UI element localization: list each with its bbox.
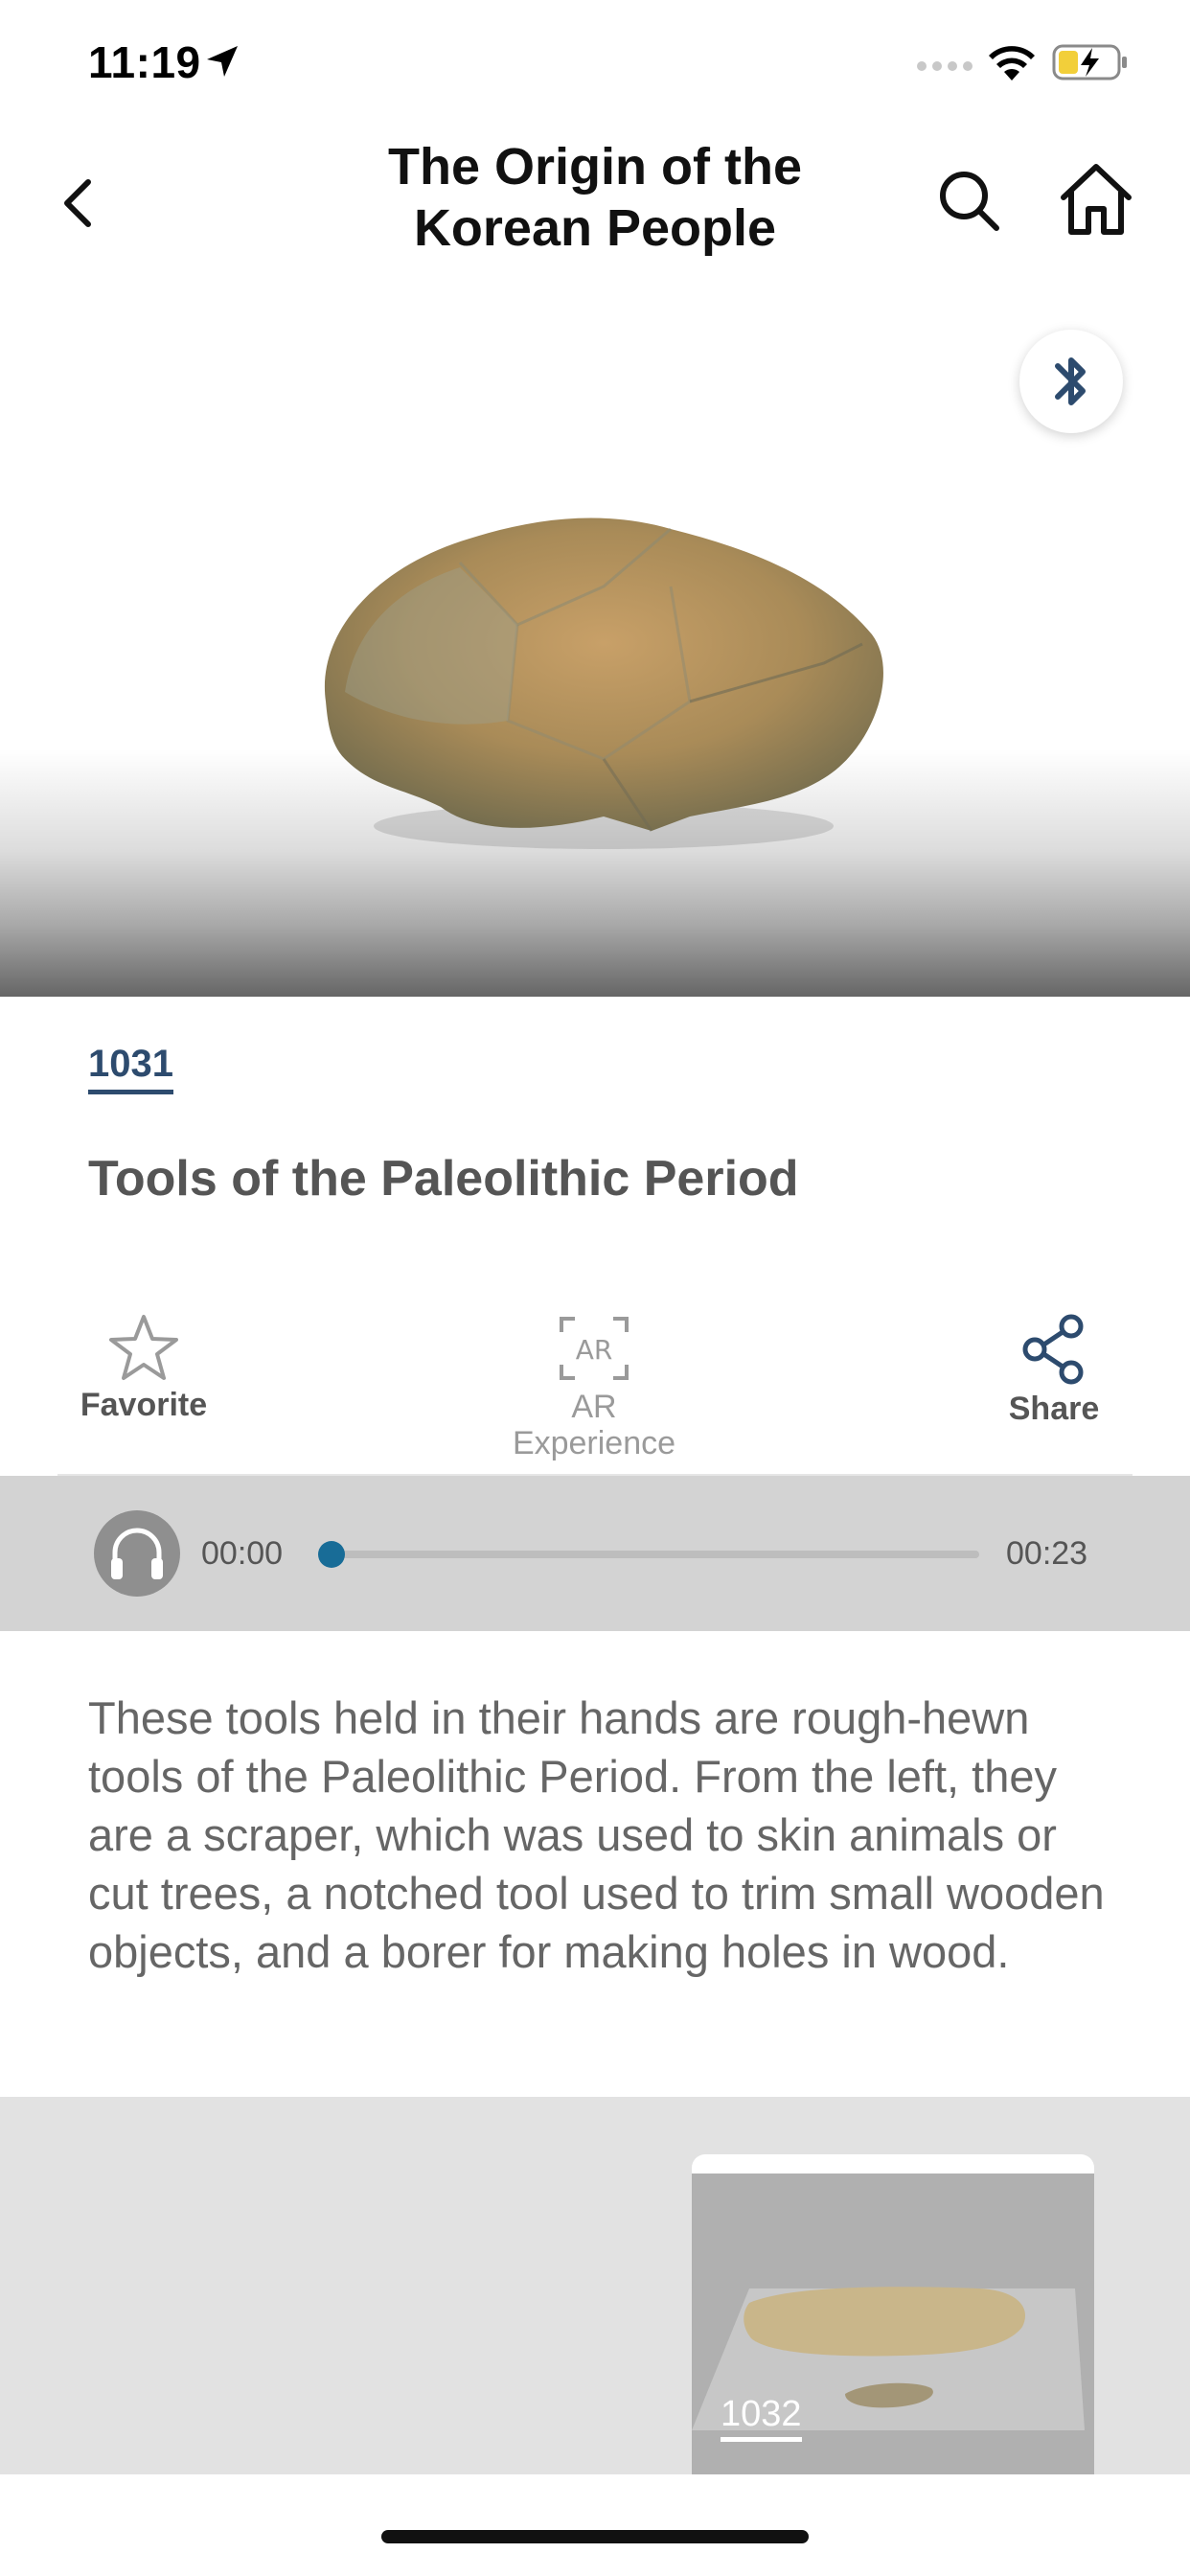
ar-icon: AR (560, 1317, 629, 1380)
home-indicator[interactable] (381, 2530, 809, 2543)
favorite-button[interactable]: Favorite (57, 1313, 230, 1424)
share-button[interactable]: Share (968, 1313, 1140, 1428)
status-time: 11:19 (88, 37, 201, 87)
headphones-icon (111, 1528, 163, 1579)
cellular-signal-icon (917, 61, 973, 71)
search-button[interactable] (935, 161, 1004, 238)
audio-current-time: 00:00 (201, 1535, 284, 1572)
related-item-number: 1032 (721, 2394, 802, 2442)
star-icon (109, 1315, 178, 1380)
related-items-carousel: 1032 (0, 2097, 1190, 2474)
page-title: The Origin of the Korean People (316, 136, 874, 259)
page-title-line1: The Origin of the (388, 138, 802, 196)
audio-player: 00:00 00:23 (0, 1476, 1190, 1631)
wifi-icon (989, 46, 1035, 80)
ar-label-line2: Experience (512, 1425, 676, 1461)
share-icon (1022, 1314, 1084, 1385)
audio-total-time: 00:23 (1006, 1535, 1088, 1572)
audio-progress-knob[interactable] (318, 1541, 345, 1568)
navigation-bar: The Origin of the Korean People (0, 126, 1190, 270)
back-button[interactable] (50, 165, 111, 242)
svg-text:AR: AR (576, 1334, 613, 1366)
bluetooth-button[interactable] (1019, 330, 1123, 433)
item-description: These tools held in their hands are roug… (88, 1692, 1105, 1977)
related-item-card[interactable]: 1032 (692, 2154, 1094, 2474)
ar-experience-button[interactable]: AR AR Experience (479, 1313, 709, 1461)
audio-play-button[interactable] (94, 1510, 180, 1597)
item-number-link[interactable]: 1031 (88, 1043, 173, 1094)
status-bar: 11:19 (0, 0, 1190, 126)
item-title: Tools of the Paleolithic Period (88, 1151, 799, 1207)
bluetooth-icon (1055, 357, 1086, 405)
share-label: Share (1008, 1391, 1100, 1427)
location-arrow-icon (207, 46, 238, 77)
audio-progress-track[interactable] (332, 1551, 979, 1558)
ar-label-line1: AR (571, 1389, 617, 1425)
battery-charging-icon (1052, 44, 1127, 80)
stone-tool-image (324, 518, 883, 849)
page-title-line2: Korean People (413, 199, 777, 257)
action-row: Favorite AR AR Experience Share (57, 1303, 1133, 1476)
exhibit-hero-image (0, 270, 1190, 997)
favorite-label: Favorite (80, 1387, 208, 1423)
home-button[interactable] (1058, 159, 1134, 240)
